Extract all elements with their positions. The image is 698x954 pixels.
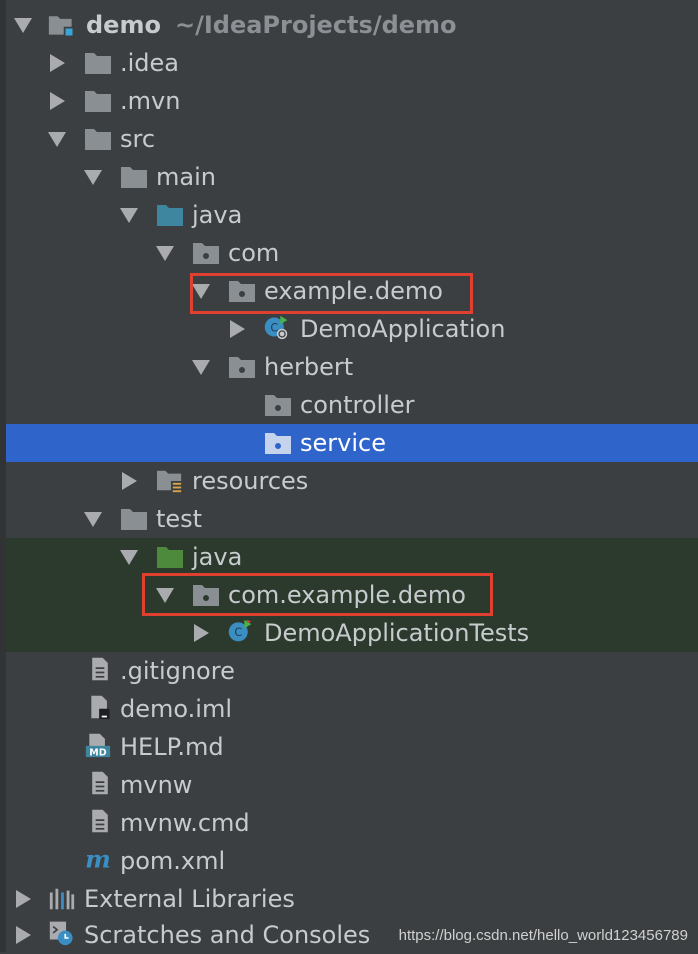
- folder-label: test: [156, 505, 203, 533]
- tree-row-idea[interactable]: .idea: [6, 44, 698, 82]
- folder-label: src: [120, 125, 156, 153]
- file-label: mvnw: [120, 771, 193, 799]
- folder-label: java: [192, 201, 243, 229]
- tree-row-test[interactable]: test: [6, 500, 698, 538]
- expand-arrow-icon[interactable]: [120, 208, 138, 223]
- tree-row-demo-application[interactable]: C DemoApplication: [6, 310, 698, 348]
- expand-arrow-icon[interactable]: [14, 18, 32, 33]
- expand-arrow-icon[interactable]: [156, 246, 174, 261]
- folder-label: java: [192, 543, 243, 571]
- tree-row-mvnw[interactable]: mvnw: [6, 766, 698, 804]
- scratches-icon: [49, 921, 73, 946]
- expand-arrow-icon[interactable]: [16, 890, 31, 908]
- expand-arrow-icon[interactable]: [50, 54, 65, 72]
- svg-text:m: m: [85, 846, 111, 872]
- package-icon: [265, 395, 291, 416]
- file-label: mvnw.cmd: [120, 809, 250, 837]
- tree-row-mvnw-cmd[interactable]: mvnw.cmd: [6, 804, 698, 842]
- test-source-folder-icon: [157, 547, 183, 568]
- tree-row-help-md[interactable]: MD HELP.md: [6, 728, 698, 766]
- spring-boot-class-icon: C: [264, 315, 288, 340]
- tree-row-test-java[interactable]: java: [6, 538, 698, 576]
- package-label: herbert: [264, 353, 354, 381]
- folder-label: resources: [192, 467, 309, 495]
- root-label: demo ~/IdeaProjects/demo: [86, 11, 457, 39]
- node-label: Scratches and Consoles: [84, 921, 371, 949]
- class-label: DemoApplication: [300, 315, 506, 343]
- libraries-icon: [49, 888, 75, 910]
- tree-row-service[interactable]: service: [6, 424, 698, 462]
- tree-row-com[interactable]: com: [6, 234, 698, 272]
- source-folder-icon: [157, 205, 183, 226]
- iml-file-icon: [91, 695, 110, 720]
- markdown-file-icon: MD: [85, 733, 111, 758]
- folder-icon: [121, 167, 147, 188]
- expand-arrow-icon[interactable]: [16, 926, 31, 944]
- package-icon: [265, 433, 291, 454]
- folder-icon: [85, 129, 111, 150]
- tree-row-controller[interactable]: controller: [6, 386, 698, 424]
- expand-arrow-icon[interactable]: [194, 624, 209, 642]
- text-file-icon: [92, 771, 108, 795]
- folder-icon: [85, 53, 111, 74]
- package-label: com: [228, 239, 280, 267]
- expand-arrow-icon[interactable]: [230, 320, 245, 338]
- tree-row-demo-iml[interactable]: demo.iml: [6, 690, 698, 728]
- node-label: External Libraries: [84, 885, 295, 913]
- project-tree: demo ~/IdeaProjects/demo .idea .mvn src m…: [0, 0, 698, 952]
- tree-row-demo-application-tests[interactable]: C DemoApplicationTests: [6, 614, 698, 652]
- expand-arrow-icon[interactable]: [84, 512, 102, 527]
- folder-label: main: [156, 163, 216, 191]
- tree-row-mvn[interactable]: .mvn: [6, 82, 698, 120]
- package-icon: [193, 585, 219, 606]
- file-label: .gitignore: [120, 657, 235, 685]
- tree-row-external-libraries[interactable]: External Libraries: [6, 880, 698, 918]
- svg-text:MD: MD: [89, 747, 106, 758]
- expand-arrow-icon[interactable]: [120, 550, 138, 565]
- folder-label: .mvn: [120, 87, 181, 115]
- class-label: DemoApplicationTests: [264, 619, 530, 647]
- text-file-icon: [92, 657, 108, 681]
- tree-row-example-demo[interactable]: example.demo: [6, 272, 698, 310]
- tree-row-resources[interactable]: resources: [6, 462, 698, 500]
- folder-label: .idea: [120, 49, 180, 77]
- expand-arrow-icon[interactable]: [50, 92, 65, 110]
- package-label: service: [300, 429, 386, 457]
- file-label: demo.iml: [120, 695, 232, 723]
- module-folder-icon: [48, 16, 73, 36]
- root-name: demo: [86, 11, 161, 39]
- test-class-icon: C: [228, 619, 252, 642]
- root-path: ~/IdeaProjects/demo: [174, 11, 457, 39]
- folder-icon: [85, 91, 111, 112]
- package-label: example.demo: [264, 277, 443, 305]
- resources-folder-icon: [157, 470, 183, 493]
- package-icon: [229, 357, 255, 378]
- tree-row-herbert[interactable]: herbert: [6, 348, 698, 386]
- expand-arrow-icon[interactable]: [84, 170, 102, 185]
- package-label: com.example.demo: [228, 581, 466, 609]
- tree-row-pom-xml[interactable]: m pom.xml: [6, 842, 698, 880]
- expand-arrow-icon[interactable]: [192, 284, 210, 299]
- expand-arrow-icon[interactable]: [156, 588, 174, 603]
- file-label: HELP.md: [120, 733, 224, 761]
- tree-row-test-package[interactable]: com.example.demo: [6, 576, 698, 614]
- text-file-icon: [92, 809, 108, 833]
- tree-row-demo[interactable]: demo ~/IdeaProjects/demo: [6, 6, 698, 44]
- tree-row-gitignore[interactable]: .gitignore: [6, 652, 698, 690]
- tree-row-main[interactable]: main: [6, 158, 698, 196]
- tree-row-main-java[interactable]: java: [6, 196, 698, 234]
- package-icon: [193, 243, 219, 264]
- watermark: https://blog.csdn.net/hello_world1234567…: [398, 927, 688, 944]
- package-icon: [229, 281, 255, 302]
- file-label: pom.xml: [120, 847, 226, 875]
- expand-arrow-icon[interactable]: [122, 472, 137, 490]
- expand-arrow-icon[interactable]: [192, 360, 210, 375]
- package-label: controller: [300, 391, 415, 419]
- maven-icon: m: [85, 846, 111, 872]
- tree-row-src[interactable]: src: [6, 120, 698, 158]
- folder-icon: [121, 509, 147, 530]
- svg-text:C: C: [234, 626, 242, 639]
- expand-arrow-icon[interactable]: [48, 132, 66, 147]
